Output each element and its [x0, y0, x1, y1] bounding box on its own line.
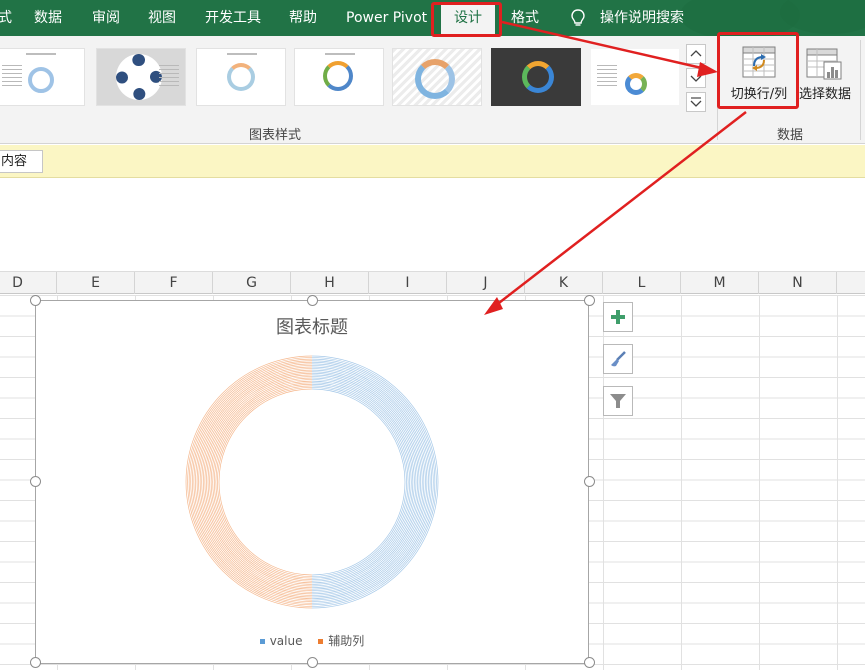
chart-style-thumbnail[interactable]: [196, 48, 286, 106]
resize-handle[interactable]: [30, 295, 41, 306]
style-gallery-scroll: [686, 44, 706, 112]
donut-slice-value[interactable]: [311, 377, 417, 587]
group-label-chart-styles: 图表样式: [248, 128, 301, 143]
chevron-up-icon: [690, 50, 702, 57]
menu-item-developer[interactable]: 开发工具: [205, 0, 261, 36]
chart-style-thumbnail[interactable]: [96, 48, 186, 106]
donut-slice-helper[interactable]: [209, 379, 313, 585]
resize-handle[interactable]: [584, 295, 595, 306]
menu-item-formulas[interactable]: 式: [0, 0, 12, 36]
chevron-down-icon: [690, 75, 702, 82]
resize-handle[interactable]: [30, 476, 41, 487]
chart-legend[interactable]: value 辅助列: [36, 632, 588, 649]
expand-gallery-icon: [690, 97, 702, 107]
resize-handle[interactable]: [584, 476, 595, 487]
column-header[interactable]: M: [681, 272, 759, 294]
legend-label: value: [269, 634, 303, 648]
group-label-data: 数据: [776, 128, 803, 143]
annotation-highlight-switch-button: [717, 32, 799, 109]
donut-slice-value[interactable]: [311, 361, 433, 603]
filter-icon: [610, 394, 626, 408]
chart-style-thumbnail[interactable]: [0, 48, 85, 106]
select-data-label: 选择数据: [798, 87, 851, 102]
donut-slice-value[interactable]: [311, 383, 410, 581]
formula-area: [0, 178, 865, 272]
chart-area[interactable]: 图表标题 value 辅助列: [35, 300, 589, 664]
chart-style-thumbnail[interactable]: [491, 48, 581, 106]
gallery-scroll-down-button[interactable]: [686, 68, 706, 88]
donut-slice-helper[interactable]: [210, 380, 313, 584]
brush-icon: [611, 351, 626, 367]
column-header[interactable]: J: [447, 272, 525, 294]
annotation-highlight-design-tab: [431, 2, 502, 37]
menu-item-data[interactable]: 数据: [34, 0, 62, 36]
resize-handle[interactable]: [584, 657, 595, 668]
chart-elements-button[interactable]: [603, 302, 633, 332]
donut-slice-value[interactable]: [311, 363, 431, 601]
donut-slice-value[interactable]: [311, 379, 415, 585]
resize-handle[interactable]: [307, 295, 318, 306]
gallery-scroll-up-button[interactable]: [686, 44, 706, 64]
resize-handle[interactable]: [307, 657, 318, 668]
column-header[interactable]: L: [603, 272, 681, 294]
legend-label: 辅助列: [328, 634, 365, 648]
donut-slice-helper[interactable]: [212, 382, 313, 582]
column-header[interactable]: N: [759, 272, 837, 294]
ribbon-divider: [860, 40, 861, 140]
donut-slice-value[interactable]: [311, 382, 412, 582]
chart-style-thumbnail[interactable]: [392, 48, 482, 106]
legend-swatch-icon: [318, 639, 324, 644]
lightbulb-icon[interactable]: [568, 8, 588, 28]
column-header[interactable]: D: [0, 272, 57, 294]
legend-swatch-icon: [259, 639, 265, 644]
donut-rings: [185, 355, 439, 609]
column-headers: D E F G H I J K L M N: [0, 272, 865, 294]
legend-item-value[interactable]: value: [259, 634, 303, 648]
column-header[interactable]: F: [135, 272, 213, 294]
legend-item-helper[interactable]: 辅助列: [318, 632, 364, 649]
donut-slice-helper[interactable]: [193, 363, 313, 601]
column-header[interactable]: I: [369, 272, 447, 294]
gallery-more-button[interactable]: [686, 92, 706, 112]
column-header[interactable]: H: [291, 272, 369, 294]
chart-plot: [185, 355, 439, 609]
resize-handle[interactable]: [30, 657, 41, 668]
decorative-leaf: [780, 0, 865, 34]
column-header[interactable]: K: [525, 272, 603, 294]
column-header[interactable]: E: [57, 272, 135, 294]
column-header[interactable]: G: [213, 272, 291, 294]
menu-item-help[interactable]: 帮助: [289, 0, 317, 36]
chart-filters-button[interactable]: [603, 386, 633, 416]
plus-icon: [611, 310, 625, 324]
menu-item-view[interactable]: 视图: [148, 0, 176, 36]
donut-slice-helper[interactable]: [207, 377, 313, 587]
select-data-table-icon: [806, 48, 842, 80]
menu-item-review[interactable]: 审阅: [92, 0, 120, 36]
donut-slice-helper[interactable]: [191, 361, 313, 603]
menu-item-format[interactable]: 格式: [511, 0, 539, 36]
menu-item-power-pivot[interactable]: Power Pivot: [346, 0, 427, 36]
message-bar: 内容: [0, 145, 865, 178]
message-bar-box[interactable]: 内容: [0, 150, 43, 173]
chart-title[interactable]: 图表标题: [36, 313, 588, 339]
chart-style-thumbnail[interactable]: [294, 48, 384, 106]
chart-styles-button[interactable]: [603, 344, 633, 374]
select-data-button[interactable]: 选择数据: [797, 38, 857, 112]
donut-slice-value[interactable]: [311, 380, 414, 584]
chart-style-thumbnail[interactable]: [590, 48, 680, 106]
donut-slice-helper[interactable]: [214, 383, 313, 581]
tell-me-search[interactable]: 操作说明搜索: [600, 0, 684, 36]
